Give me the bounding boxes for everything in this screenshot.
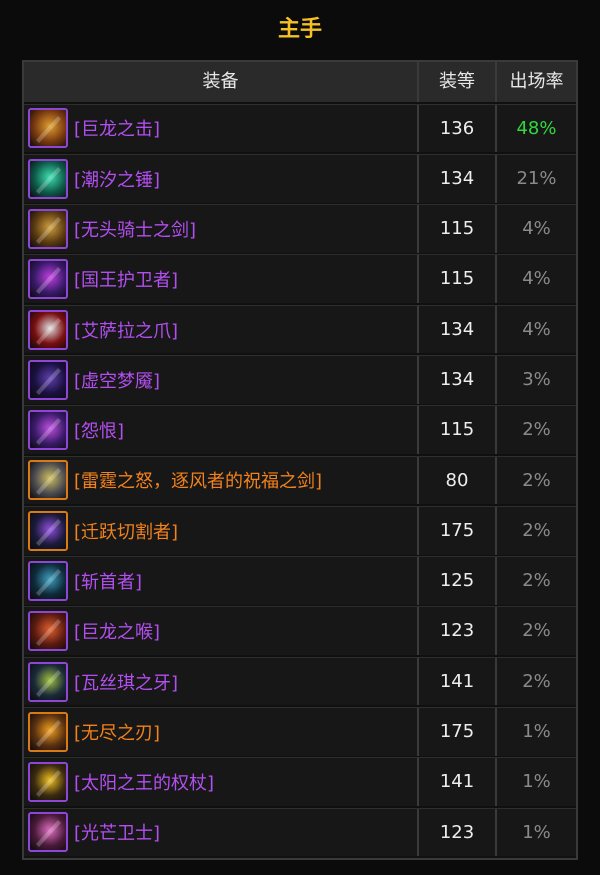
- item-name[interactable]: [迁跃切割者]: [74, 518, 178, 544]
- item-level: 134: [419, 305, 497, 354]
- item-rate: 1%: [522, 720, 551, 742]
- table-row[interactable]: [无尽之刃] 175 1%: [24, 706, 576, 756]
- item-name[interactable]: [瓦丝琪之牙]: [74, 669, 178, 695]
- table-row[interactable]: [太阳之王的权杖] 141 1%: [24, 757, 576, 806]
- table-row[interactable]: [迁跃切割者] 175 2%: [24, 505, 576, 555]
- item-cell: [瓦丝琪之牙]: [24, 657, 419, 706]
- table-row[interactable]: [雷霆之怒，逐风者的祝福之剑] 80 2%: [24, 455, 576, 505]
- decapitator-icon: [28, 560, 68, 601]
- table-row[interactable]: [斩首者] 125 2%: [24, 556, 576, 605]
- table-row[interactable]: [怨恨] 115 2%: [24, 405, 576, 454]
- header-rate[interactable]: 出场率: [497, 62, 576, 102]
- item-level: 175: [419, 506, 497, 555]
- table-row[interactable]: [光芒卫士] 123 1%: [24, 807, 576, 857]
- item-level: 136: [419, 104, 497, 153]
- mainhand-table: 装备 装等 出场率 [巨龙之击] 136 48% [潮汐之锤] 134 21%: [22, 60, 578, 860]
- azshara-claw-icon: [28, 309, 68, 350]
- item-level: 141: [419, 758, 497, 806]
- infinity-blade-icon: [28, 711, 68, 752]
- item-rate: 2%: [522, 469, 551, 491]
- item-name[interactable]: [怨恨]: [74, 417, 124, 443]
- item-name[interactable]: [潮汐之锤]: [74, 166, 160, 192]
- item-name[interactable]: [太阳之王的权杖]: [74, 769, 214, 795]
- table-body: [巨龙之击] 136 48% [潮汐之锤] 134 21% [无头骑士之剑] 1…: [24, 102, 576, 857]
- item-cell: [巨龙之喉]: [24, 607, 419, 656]
- item-cell: [雷霆之怒，逐风者的祝福之剑]: [24, 456, 419, 505]
- item-level: 115: [419, 205, 497, 253]
- item-name[interactable]: [雷霆之怒，逐风者的祝福之剑]: [74, 467, 322, 493]
- item-rate: 1%: [522, 821, 551, 843]
- item-level: 123: [419, 808, 497, 857]
- item-level: 123: [419, 607, 497, 656]
- item-name[interactable]: [无尽之刃]: [74, 719, 160, 745]
- item-cell: [巨龙之击]: [24, 104, 419, 153]
- item-cell: [虚空梦魇]: [24, 356, 419, 404]
- item-name[interactable]: [国王护卫者]: [74, 266, 178, 292]
- item-cell: [艾萨拉之爪]: [24, 305, 419, 354]
- table-row[interactable]: [瓦丝琪之牙] 141 2%: [24, 656, 576, 706]
- item-cell: [潮汐之锤]: [24, 154, 419, 203]
- item-rate: 3%: [522, 369, 551, 390]
- item-rate: 2%: [522, 570, 551, 592]
- table-row[interactable]: [巨龙之击] 136 48%: [24, 103, 576, 153]
- item-cell: [斩首者]: [24, 557, 419, 605]
- table-row[interactable]: [虚空梦魇] 134 3%: [24, 355, 576, 404]
- item-cell: [迁跃切割者]: [24, 506, 419, 555]
- lightbringer-guard-icon: [28, 812, 68, 853]
- item-rate: 1%: [522, 771, 551, 793]
- item-rate: 2%: [522, 670, 551, 692]
- item-name[interactable]: [艾萨拉之爪]: [74, 317, 178, 343]
- item-rate: 48%: [516, 117, 557, 139]
- item-cell: [无尽之刃]: [24, 707, 419, 756]
- dragon-maw-icon: [28, 611, 68, 652]
- item-level: 141: [419, 657, 497, 706]
- item-rate: 4%: [522, 268, 551, 290]
- item-rate: 4%: [522, 318, 551, 340]
- item-rate: 2%: [522, 620, 551, 642]
- item-name[interactable]: [光芒卫士]: [74, 819, 160, 845]
- header-level[interactable]: 装等: [419, 62, 497, 102]
- item-name[interactable]: [巨龙之击]: [74, 115, 160, 141]
- item-name[interactable]: [无头骑士之剑]: [74, 216, 196, 242]
- item-cell: [太阳之王的权杖]: [24, 758, 419, 806]
- item-name[interactable]: [巨龙之喉]: [74, 618, 160, 644]
- item-level: 125: [419, 557, 497, 605]
- thunderfury-icon: [28, 460, 68, 501]
- item-cell: [光芒卫士]: [24, 808, 419, 857]
- item-rate: 4%: [522, 218, 551, 240]
- warp-slicer-icon: [28, 510, 68, 551]
- item-level: 80: [419, 456, 497, 505]
- table-row[interactable]: [国王护卫者] 115 4%: [24, 254, 576, 304]
- item-level: 134: [419, 154, 497, 203]
- sun-king-scepter-icon: [28, 762, 68, 803]
- item-rate: 2%: [522, 519, 551, 541]
- item-cell: [国王护卫者]: [24, 255, 419, 304]
- item-level: 115: [419, 406, 497, 454]
- void-nightmare-icon: [28, 359, 68, 400]
- vashj-fang-icon: [28, 661, 68, 702]
- table-row[interactable]: [巨龙之喉] 123 2%: [24, 606, 576, 656]
- grudge-icon: [28, 410, 68, 451]
- table-row[interactable]: [艾萨拉之爪] 134 4%: [24, 304, 576, 354]
- item-name[interactable]: [虚空梦魇]: [74, 367, 160, 393]
- item-cell: [怨恨]: [24, 406, 419, 454]
- header-item[interactable]: 装备: [24, 62, 419, 102]
- item-level: 115: [419, 255, 497, 304]
- table-row[interactable]: [无头骑士之剑] 115 4%: [24, 204, 576, 253]
- table-header: 装备 装等 出场率: [24, 62, 576, 102]
- item-name[interactable]: [斩首者]: [74, 568, 142, 594]
- item-rate: 21%: [516, 167, 557, 189]
- item-level: 134: [419, 356, 497, 404]
- tide-hammer-icon: [28, 158, 68, 199]
- page-title: 主手: [277, 17, 322, 42]
- dragon-weapon-icon: [28, 108, 68, 149]
- item-level: 175: [419, 707, 497, 756]
- kings-defender-icon: [28, 259, 68, 300]
- headless-sword-icon: [28, 209, 68, 249]
- item-cell: [无头骑士之剑]: [24, 205, 419, 253]
- table-row[interactable]: [潮汐之锤] 134 21%: [24, 153, 576, 203]
- item-rate: 2%: [522, 419, 551, 441]
